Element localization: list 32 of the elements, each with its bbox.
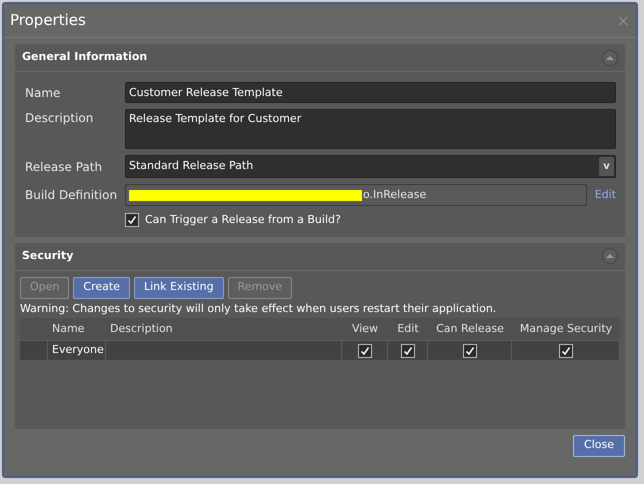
- permission-checkbox[interactable]: [358, 344, 372, 358]
- column-header: Name: [51, 320, 86, 337]
- collapse-icon[interactable]: [602, 248, 618, 264]
- permission-checkbox[interactable]: [462, 344, 476, 358]
- window-title: Properties: [10, 10, 86, 32]
- checkbox-label: Can Trigger a Release from a Build?: [145, 212, 341, 228]
- field-label: Description: [25, 110, 94, 127]
- description-field[interactable]: Release Template for Customer: [125, 109, 616, 149]
- security-button[interactable]: Create: [73, 276, 130, 298]
- column-header: Can Release: [435, 320, 505, 337]
- close-button[interactable]: Close: [573, 434, 625, 456]
- warning-text: Warning: Changes to security will only take effect when users restart their application.: [19, 300, 498, 316]
- security-button[interactable]: Link Existing: [134, 276, 224, 298]
- name-field[interactable]: Customer Release Template: [125, 82, 616, 103]
- permission-checkbox[interactable]: [558, 344, 572, 358]
- field-label: Build Definition: [25, 187, 118, 204]
- trigger-checkbox[interactable]: [125, 213, 139, 228]
- column-header: Edit: [396, 320, 420, 337]
- edit-link[interactable]: Edit: [594, 186, 616, 204]
- field-label: Name: [25, 84, 62, 102]
- column-header: Manage Security: [518, 320, 614, 337]
- release-path-dropdown[interactable]: Standard Release Path v: [125, 155, 616, 178]
- permission-checkbox[interactable]: [400, 344, 414, 358]
- column-header: View: [350, 320, 380, 337]
- table-cell-text: Everyone: [52, 342, 104, 358]
- panel-title: General Information: [22, 49, 148, 66]
- build-definition-field[interactable]: o.InRelease: [125, 184, 587, 206]
- column-header: Description: [109, 320, 174, 337]
- field-label: Release Path: [25, 158, 104, 176]
- panel-title: Security: [22, 248, 74, 264]
- collapse-icon[interactable]: [602, 50, 618, 66]
- table-row[interactable]: Everyone: [20, 340, 620, 361]
